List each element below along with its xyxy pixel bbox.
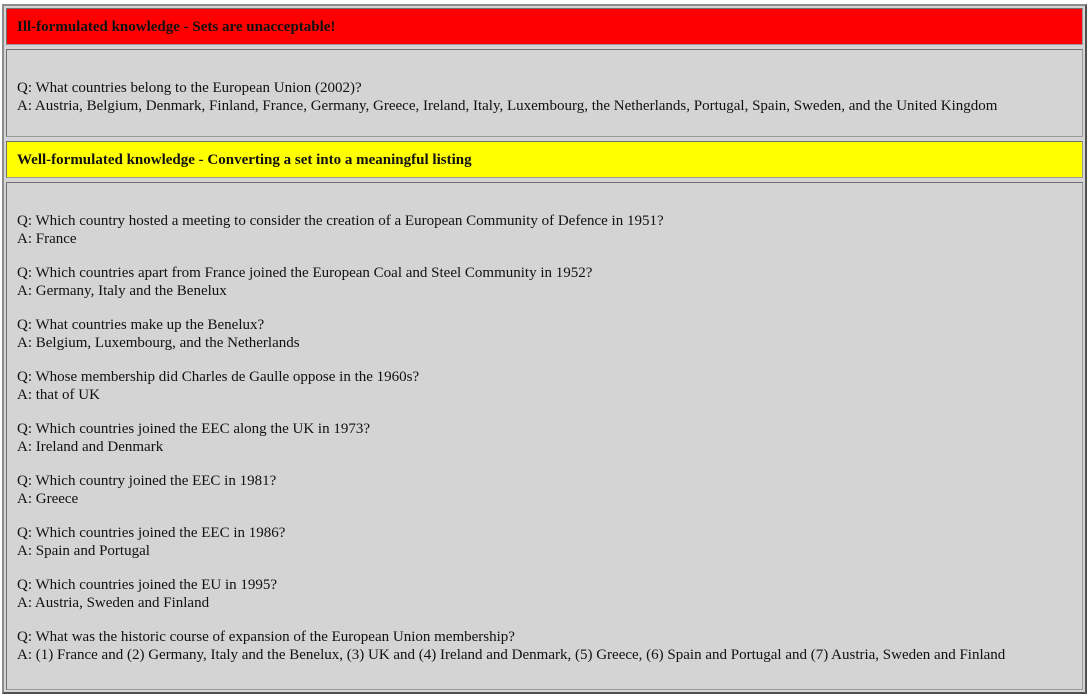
question-text: Q: Whose membership did Charles de Gaull… [17,369,420,385]
qa-item: Q: What countries make up the Benelux? A… [17,316,1072,352]
answer-text: A: that of UK [17,387,100,403]
section-body-well-formulated: Q: Which country hosted a meeting to con… [6,182,1083,690]
section-title: Well-formulated knowledge - Converting a… [17,151,472,168]
section-body-ill-formulated: Q: What countries belong to the European… [6,49,1083,137]
knowledge-table: Ill-formulated knowledge - Sets are unac… [2,4,1087,694]
answer-text: A: France [17,231,77,247]
question-text: Q: Which country joined the EEC in 1981? [17,473,277,489]
question-text: Q: Which countries joined the EEC in 198… [17,525,286,541]
qa-item: Q: Which country joined the EEC in 1981?… [17,472,1072,508]
answer-text: A: Belgium, Luxembourg, and the Netherla… [17,335,300,351]
answer-text: A: Ireland and Denmark [17,439,164,455]
answer-text: A: Germany, Italy and the Benelux [17,283,227,299]
question-text: Q: Which countries joined the EU in 1995… [17,577,278,593]
qa-item: Q: What was the historic course of expan… [17,628,1072,664]
answer-text: A: Spain and Portugal [17,543,150,559]
question-text: Q: What was the historic course of expan… [17,629,515,645]
question-text: Q: Which country hosted a meeting to con… [17,213,664,229]
question-text: Q: Which countries joined the EEC along … [17,421,370,437]
qa-item: Q: Which countries joined the EU in 1995… [17,576,1072,612]
qa-item: Q: Whose membership did Charles de Gaull… [17,368,1072,404]
section-header-ill-formulated: Ill-formulated knowledge - Sets are unac… [6,8,1083,45]
qa-item: Q: Which countries joined the EEC in 198… [17,524,1072,560]
qa-item: Q: What countries belong to the European… [17,79,1072,115]
question-text: Q: What countries make up the Benelux? [17,317,265,333]
question-text: Q: Which countries apart from France joi… [17,265,593,281]
answer-text: A: Greece [17,491,79,507]
question-text: Q: What countries belong to the European… [17,80,362,96]
qa-item: Q: Which country hosted a meeting to con… [17,212,1072,248]
qa-item: Q: Which countries joined the EEC along … [17,420,1072,456]
answer-text: A: (1) France and (2) Germany, Italy and… [17,647,1006,663]
qa-item: Q: Which countries apart from France joi… [17,264,1072,300]
answer-text: A: Austria, Sweden and Finland [17,595,210,611]
answer-text: A: Austria, Belgium, Denmark, Finland, F… [17,98,998,114]
section-header-well-formulated: Well-formulated knowledge - Converting a… [6,141,1083,178]
section-title: Ill-formulated knowledge - Sets are unac… [17,18,336,35]
